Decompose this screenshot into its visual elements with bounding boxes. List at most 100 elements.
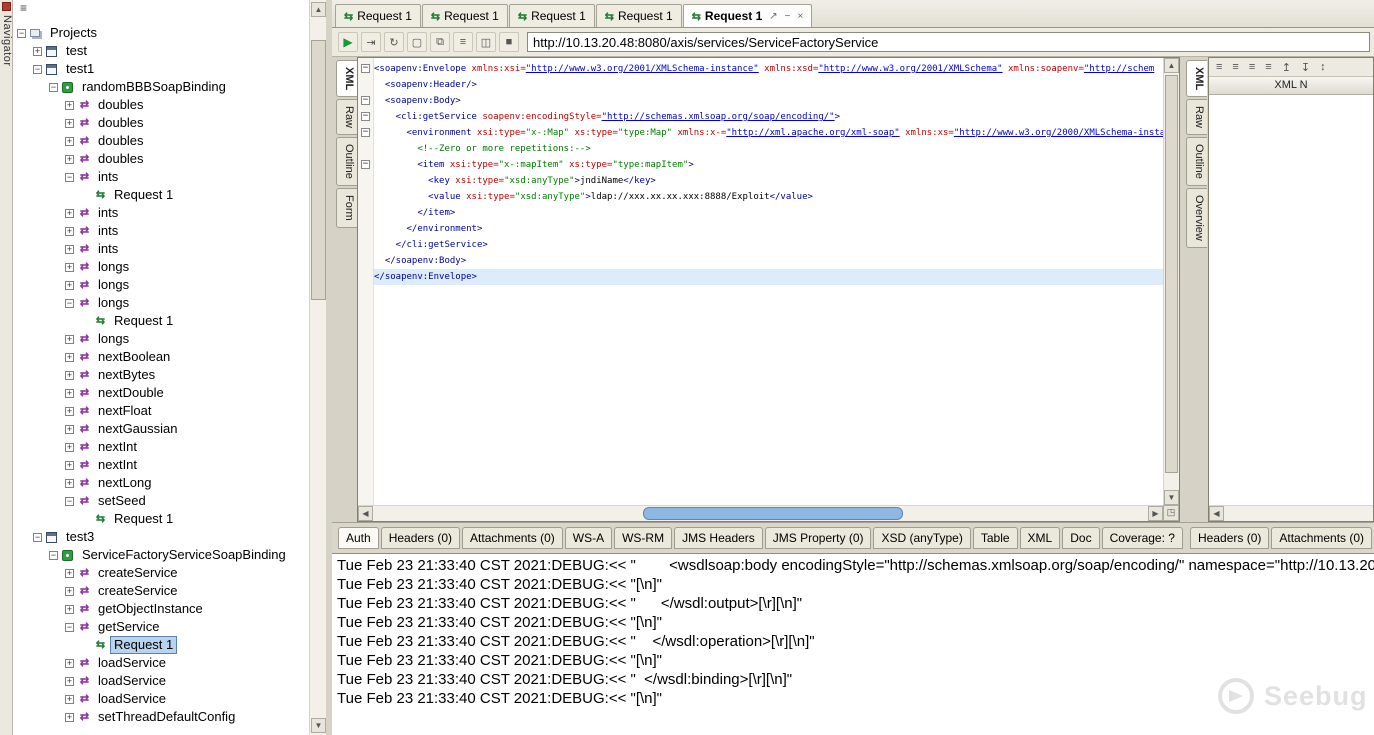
tree-item-toggle[interactable]: + bbox=[65, 155, 74, 164]
tree-item[interactable]: +⇄doubles bbox=[13, 132, 309, 150]
tree-item[interactable]: −ServiceFactoryServiceSoapBinding bbox=[13, 546, 309, 564]
tree-item[interactable]: −⇄setSeed bbox=[13, 492, 309, 510]
panel-tab[interactable]: Auth bbox=[338, 527, 379, 549]
tab-close-button[interactable]: × bbox=[798, 11, 804, 22]
tree-item[interactable]: +⇄longs bbox=[13, 258, 309, 276]
recreate-request-button[interactable]: ↻ bbox=[384, 32, 404, 52]
tree-item-toggle[interactable]: + bbox=[65, 443, 74, 452]
view-tab-outline[interactable]: Outline bbox=[1186, 137, 1207, 186]
tree-item-toggle[interactable]: − bbox=[65, 173, 74, 182]
view-tab-xml[interactable]: XML bbox=[1186, 60, 1207, 97]
tree-item-toggle[interactable]: + bbox=[65, 695, 74, 704]
view-tab-form[interactable]: Form bbox=[336, 188, 357, 228]
scrollbar-thumb[interactable] bbox=[311, 40, 326, 300]
document-tab[interactable]: ⇆Request 1 bbox=[509, 4, 595, 27]
editor-text[interactable]: <soapenv:Envelope xmlns:xsi="http://www.… bbox=[374, 58, 1164, 505]
tree-item[interactable]: −⇆Request 1 bbox=[13, 186, 309, 204]
panel-tab[interactable]: Coverage: ? bbox=[1102, 527, 1183, 549]
panel-tab[interactable]: XSD (anyType) bbox=[873, 527, 970, 549]
panel-tab[interactable]: Table bbox=[973, 527, 1018, 549]
align-justify-icon[interactable]: ≡ bbox=[1265, 61, 1271, 73]
tree-item-toggle[interactable]: + bbox=[33, 47, 42, 56]
tree-item[interactable]: +⇄createService bbox=[13, 582, 309, 600]
tree-item[interactable]: +⇄nextBoolean bbox=[13, 348, 309, 366]
tree-item-toggle[interactable]: + bbox=[65, 713, 74, 722]
panel-tab[interactable]: WS-RM bbox=[614, 527, 672, 549]
document-tab[interactable]: ⇆Request 1↗−× bbox=[683, 4, 813, 27]
editor-side-tabs[interactable]: XMLRawOutlineForm bbox=[336, 60, 357, 228]
align-left-icon[interactable]: ≡ bbox=[1216, 61, 1222, 73]
panel-tab[interactable]: Attachments (0) bbox=[462, 527, 563, 549]
tree-item-toggle[interactable]: + bbox=[65, 371, 74, 380]
tree-item-toggle[interactable]: − bbox=[17, 29, 26, 38]
document-tab-bar[interactable]: ⇆Request 1⇆Request 1⇆Request 1⇆Request 1… bbox=[332, 0, 1374, 28]
tree-item[interactable]: −test1 bbox=[13, 60, 309, 78]
cancel-request-button[interactable]: ■ bbox=[499, 32, 519, 52]
tree-item-toggle[interactable]: + bbox=[65, 389, 74, 398]
scroll-down-button[interactable]: ▼ bbox=[1164, 490, 1179, 505]
tree-item[interactable]: +⇄nextFloat bbox=[13, 402, 309, 420]
tree-item-toggle[interactable]: + bbox=[65, 119, 74, 128]
project-tree[interactable]: −Projects+test−test1−randomBBBSoapBindin… bbox=[13, 24, 309, 726]
view-tab-xml[interactable]: XML bbox=[336, 60, 357, 97]
endpoint-url-input[interactable] bbox=[527, 32, 1370, 52]
scrollbar-thumb[interactable] bbox=[1165, 75, 1178, 473]
add-to-testcase-button[interactable]: ⇥ bbox=[361, 32, 381, 52]
tree-item[interactable]: +⇄ints bbox=[13, 222, 309, 240]
tree-item[interactable]: −⇄getService bbox=[13, 618, 309, 636]
response-side-tabs[interactable]: XMLRawOutlineOverview bbox=[1186, 60, 1208, 248]
tree-item-toggle[interactable]: + bbox=[65, 245, 74, 254]
tree-item-toggle[interactable]: − bbox=[65, 623, 74, 632]
editor-vertical-scrollbar[interactable]: ▲ ▼ bbox=[1163, 58, 1179, 505]
split-view-button[interactable]: ◫ bbox=[476, 32, 496, 52]
fold-toggle[interactable]: − bbox=[361, 128, 370, 137]
fold-toggle[interactable]: − bbox=[361, 96, 370, 105]
tree-item[interactable]: −⇆Request 1 bbox=[13, 636, 309, 654]
scroll-bottom-icon[interactable]: ↧ bbox=[1301, 61, 1310, 74]
tree-item[interactable]: +⇄doubles bbox=[13, 150, 309, 168]
view-tab-overview[interactable]: Overview bbox=[1186, 188, 1207, 248]
tree-item-toggle[interactable]: + bbox=[65, 605, 74, 614]
tree-item-toggle[interactable]: + bbox=[65, 335, 74, 344]
scroll-top-icon[interactable]: ↥ bbox=[1282, 61, 1291, 74]
tree-item[interactable]: −⇄ints bbox=[13, 168, 309, 186]
tree-item[interactable]: −⇆Request 1 bbox=[13, 312, 309, 330]
tree-item[interactable]: +⇄longs bbox=[13, 276, 309, 294]
tree-item-toggle[interactable]: + bbox=[65, 569, 74, 578]
response-horizontal-scrollbar[interactable]: ◀ bbox=[1209, 505, 1373, 521]
tree-item-toggle[interactable]: − bbox=[65, 497, 74, 506]
tree-item[interactable]: +⇄loadService bbox=[13, 690, 309, 708]
tree-item[interactable]: +⇄nextBytes bbox=[13, 366, 309, 384]
scroll-left-button[interactable]: ◀ bbox=[1209, 506, 1224, 521]
view-tab-outline[interactable]: Outline bbox=[336, 137, 357, 186]
navigator-scrollbar[interactable]: ▲ ▼ bbox=[309, 0, 326, 735]
tree-item-toggle[interactable]: − bbox=[33, 533, 42, 542]
submit-request-button[interactable]: ▶ bbox=[338, 32, 358, 52]
editor-horizontal-scrollbar[interactable]: ◀ ▶ bbox=[358, 505, 1163, 521]
tree-item-toggle[interactable]: − bbox=[65, 299, 74, 308]
xml-request-editor[interactable]: −−−−− <soapenv:Envelope xmlns:xsi="http:… bbox=[357, 57, 1180, 522]
document-tab[interactable]: ⇆Request 1 bbox=[596, 4, 682, 27]
panel-tab[interactable]: Headers (0) bbox=[1190, 527, 1269, 549]
scroll-up-button[interactable]: ▲ bbox=[1164, 58, 1179, 73]
panel-tab[interactable]: JMS Property (0) bbox=[765, 527, 872, 549]
tree-item-toggle[interactable]: + bbox=[65, 281, 74, 290]
tree-item[interactable]: +⇄doubles bbox=[13, 96, 309, 114]
tree-item-toggle[interactable]: + bbox=[65, 101, 74, 110]
tree-item-toggle[interactable]: + bbox=[65, 479, 74, 488]
view-tab-raw[interactable]: Raw bbox=[1186, 99, 1207, 135]
wss-options-button[interactable]: ≡ bbox=[453, 32, 473, 52]
panel-tab[interactable]: Attachments (0) bbox=[1271, 527, 1372, 549]
tree-item[interactable]: +⇄doubles bbox=[13, 114, 309, 132]
tree-item[interactable]: +⇄nextLong bbox=[13, 474, 309, 492]
panel-tab[interactable]: Headers (0) bbox=[381, 527, 460, 549]
tree-item-toggle[interactable]: + bbox=[65, 137, 74, 146]
tree-item[interactable]: −⇆Request 1 bbox=[13, 510, 309, 528]
panel-tab[interactable]: WS-A bbox=[565, 527, 612, 549]
fold-toggle[interactable]: − bbox=[361, 64, 370, 73]
editor-corner-button[interactable]: ◳ bbox=[1163, 505, 1179, 521]
tree-item-toggle[interactable]: + bbox=[65, 407, 74, 416]
scroll-up-button[interactable]: ▲ bbox=[311, 2, 326, 17]
align-right-icon[interactable]: ≡ bbox=[1249, 61, 1255, 73]
tree-item[interactable]: +⇄ints bbox=[13, 240, 309, 258]
